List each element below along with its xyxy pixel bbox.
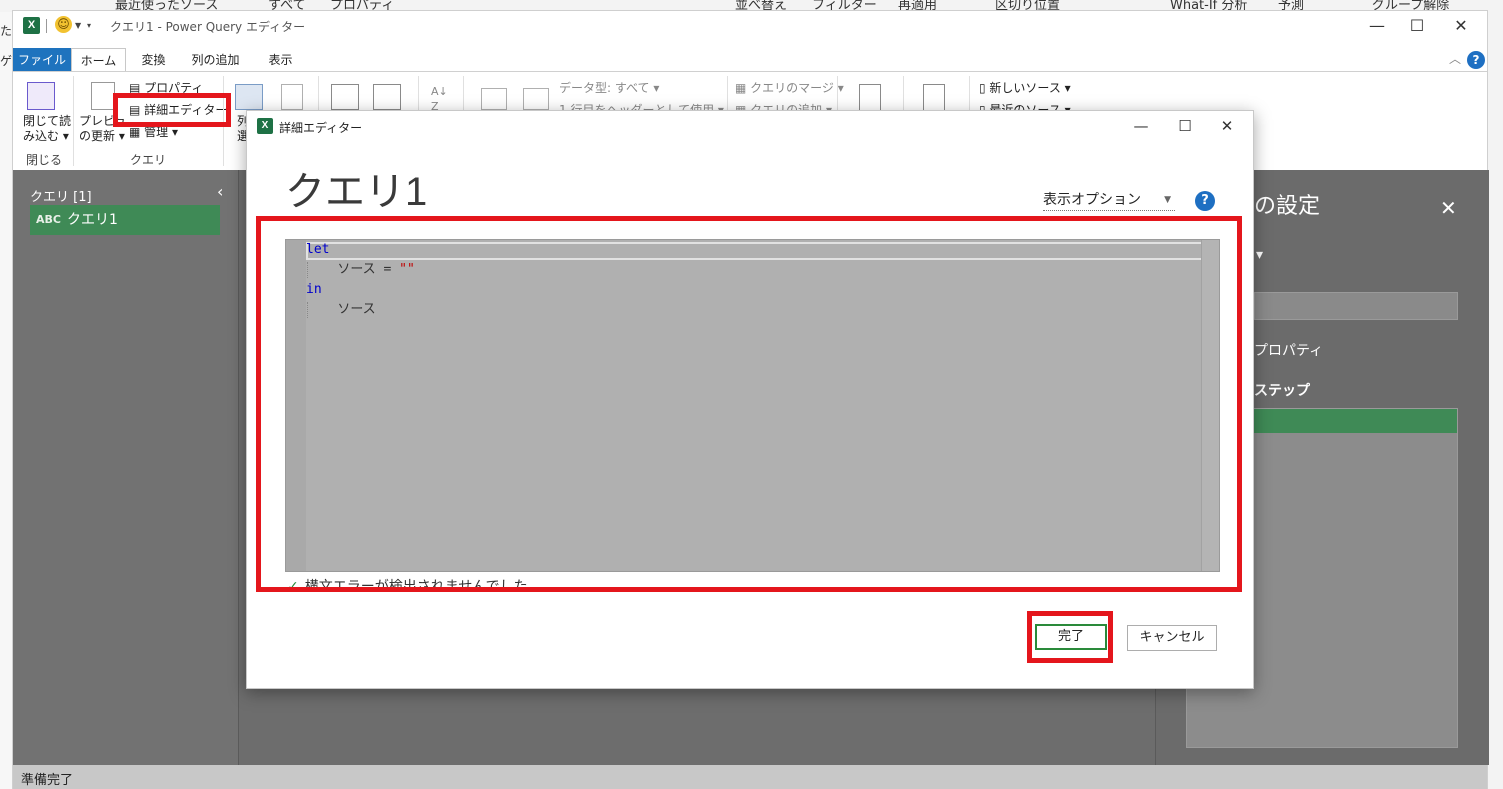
help-icon[interactable]: ? [1195,191,1215,211]
remove-rows-icon[interactable] [373,84,401,110]
highlight-code-editor [256,216,1242,592]
help-icon[interactable]: ? [1467,51,1485,69]
chevron-down-icon: ▼ [1164,195,1171,205]
query-name-field[interactable] [1254,292,1458,320]
applied-steps-header: ステップ [1254,383,1310,399]
status-text: 準備完了 [21,773,74,788]
title-bar: X ☺ ▼ ▾ クエリ1 - Power Query エディター — ☐ ✕ [13,11,1487,41]
new-source-button[interactable]: ▯ 新しいソース ▾ [979,81,1071,96]
ribbon-tabs: ファイル ホーム 変換 列の追加 表示 ︿ ? [13,48,1487,72]
queries-pane: クエリ [1] ‹ ABC クエリ1 [13,170,239,765]
manage-parameters-icon[interactable] [859,84,881,112]
refresh-preview-icon [91,82,115,110]
properties-collapse-icon[interactable]: ▾ [1256,247,1263,263]
excel-left-edge: た ゲ [0,12,12,789]
excel-logo-icon: X [23,17,40,34]
merge-queries-button[interactable]: ▦ クエリのマージ ▾ [735,81,844,96]
status-bar: 準備完了 [13,765,1487,789]
close-button[interactable]: ✕ [1441,14,1481,38]
group-by-icon[interactable] [523,88,549,110]
ribbon-separator [73,76,74,166]
all-properties-link[interactable]: プロパティ [1254,340,1323,360]
feedback-smiley-icon[interactable]: ☺ [55,16,72,33]
close-settings-icon[interactable]: ✕ [1440,196,1457,220]
excel-logo-icon: X [257,118,273,134]
data-type-dropdown[interactable]: データ型: すべて ▾ [559,81,659,96]
manage-label: 管理 ▾ [144,125,178,139]
close-load-button[interactable]: 閉じて読 [23,114,71,129]
excel-left-frag-2: ゲ [0,54,12,68]
manage-button[interactable]: ▦ 管理 ▾ [129,125,178,140]
query-item-label: クエリ1 [67,212,118,228]
collapse-queries-icon[interactable]: ‹ [217,182,223,201]
dialog-title-bar: X 詳細エディター — ☐ ✕ [247,111,1253,141]
group-close-label: 閉じる [25,153,62,167]
cancel-button[interactable]: キャンセル [1127,625,1217,651]
data-source-settings-icon[interactable] [923,84,945,112]
tab-file[interactable]: ファイル [13,48,71,72]
highlight-advanced-editor [113,93,231,127]
smiley-dropdown-icon[interactable]: ▼ [75,21,81,30]
tab-view[interactable]: 表示 [258,48,303,72]
view-options-dropdown[interactable]: 表示オプション ▼ [1043,189,1175,211]
tab-transform[interactable]: 変換 [131,48,176,72]
close-load-button-2[interactable]: み込む ▾ [23,129,69,144]
qat-customize-icon[interactable]: ▾ [87,21,91,30]
text-type-icon: ABC [36,213,61,226]
excel-right-edge [1488,0,1503,789]
query-heading: クエリ1 [285,170,428,214]
tab-home[interactable]: ホーム [71,48,126,72]
dialog-title: 詳細エディター [279,121,363,135]
new-source-label: 新しいソース ▾ [989,81,1071,95]
minimize-button[interactable]: — [1357,14,1397,38]
view-options-label: 表示オプション [1043,192,1141,208]
title-separator [46,19,47,33]
window-title: クエリ1 - Power Query エディター [110,20,306,34]
ribbon-collapse-icon[interactable]: ︿ [1449,52,1461,67]
query-list-item[interactable]: ABC クエリ1 [30,205,220,235]
tab-add-column[interactable]: 列の追加 [183,48,248,72]
excel-left-frag-1: た [0,24,12,38]
group-query-label: クエリ [129,153,166,167]
keep-rows-icon[interactable] [331,84,359,110]
close-load-icon [27,82,55,110]
split-column-icon[interactable] [481,88,507,110]
maximize-button[interactable]: ☐ [1397,14,1437,38]
queries-header: クエリ [1] [30,190,92,205]
query-settings-title: の設定 [1254,194,1321,219]
dialog-minimize-button[interactable]: — [1121,114,1161,138]
choose-columns-icon [235,84,263,110]
dialog-close-button[interactable]: ✕ [1207,114,1247,138]
highlight-done-button [1027,611,1113,663]
dialog-maximize-button[interactable]: ☐ [1165,114,1205,138]
refresh-preview-button-2[interactable]: の更新 ▾ [79,129,125,144]
merge-queries-label: クエリのマージ ▾ [750,81,844,95]
remove-columns-icon[interactable] [281,84,303,110]
